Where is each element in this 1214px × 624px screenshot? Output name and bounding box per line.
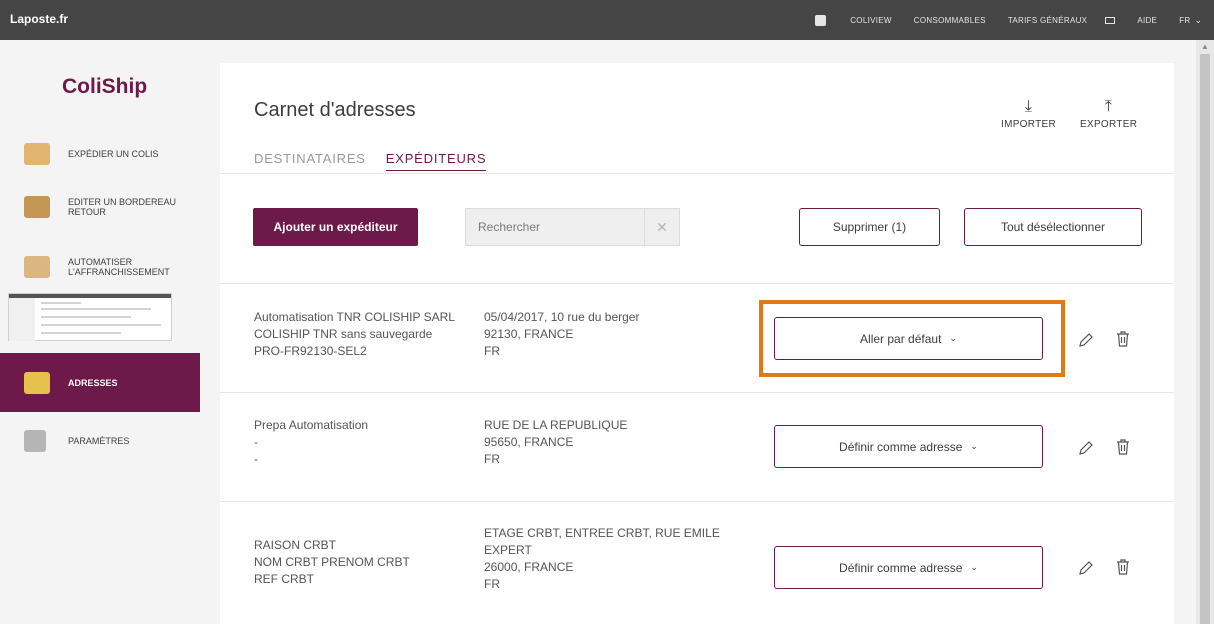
address-line: 26000, FRANCE xyxy=(484,560,574,574)
address-line: FR xyxy=(484,452,500,466)
deselect-all-button[interactable]: Tout désélectionner xyxy=(964,208,1142,246)
dropdown-label: Définir comme adresse xyxy=(839,439,963,454)
top-nav: COLIVIEW CONSOMMABLES TARIFS GÉNÉRAUX AI… xyxy=(815,0,1202,40)
tab-destinataires[interactable]: DESTINATAIRES xyxy=(254,151,366,171)
sender-name: RAISON CRBT NOM CRBT PRENOM CRBT REF CRB… xyxy=(254,537,410,588)
address-book-icon xyxy=(24,371,50,394)
table-row[interactable]: Prepa Automatisation - - RUE DE LA REPUB… xyxy=(220,393,1174,501)
scrollbar[interactable]: ▲ xyxy=(1196,40,1214,624)
dropdown-label: Définir comme adresse xyxy=(839,560,963,575)
tab-expediteurs[interactable]: EXPÉDITEURS xyxy=(385,151,487,171)
page-thumbnail xyxy=(8,293,172,341)
search-box: ✕ xyxy=(465,208,680,246)
set-default-address-dropdown[interactable]: Définir comme adresse ⌄ xyxy=(774,546,1043,589)
sender-contact: COLISHIP TNR sans sauvegarde xyxy=(254,327,433,341)
app-logo[interactable]: ColiShip xyxy=(62,75,147,99)
sender-contact: NOM CRBT PRENOM CRBT xyxy=(254,555,410,569)
sender-name: Prepa Automatisation - - xyxy=(254,417,368,468)
sidebar: ColiShip EXPÉDIER UN COLIS EDITER UN BOR… xyxy=(0,40,200,624)
sender-address: 05/04/2017, 10 rue du berger 92130, FRAN… xyxy=(484,309,639,360)
nav-consommables[interactable]: CONSOMMABLES xyxy=(914,16,986,25)
sidebar-item-label: PARAMÈTRES xyxy=(68,436,130,446)
export-label: EXPORTER xyxy=(1080,119,1138,130)
sidebar-item-label: ADRESSES xyxy=(68,377,118,388)
sender-contact: - xyxy=(254,435,258,449)
nav-tarifs-generaux[interactable]: TARIFS GÉNÉRAUX xyxy=(1008,16,1087,25)
sender-company: RAISON CRBT xyxy=(254,538,337,552)
sidebar-item-expedier[interactable]: EXPÉDIER UN COLIS xyxy=(0,140,200,168)
edit-icon[interactable] xyxy=(1078,332,1094,348)
sender-address: RUE DE LA REPUBLIQUE 95650, FRANCE FR xyxy=(484,417,627,468)
sender-company: Prepa Automatisation xyxy=(254,418,369,432)
nav-aide[interactable]: AIDE xyxy=(1137,16,1157,25)
gear-icon xyxy=(24,430,46,452)
sidebar-item-parametres[interactable]: PARAMÈTRES xyxy=(0,428,200,454)
sender-name: Automatisation TNR COLISHIP SARL COLISHI… xyxy=(254,309,455,360)
address-line: FR xyxy=(484,344,500,358)
laposte-home-link[interactable]: Laposte.fr xyxy=(10,12,68,26)
address-line: 92130, FRANCE xyxy=(484,327,574,341)
divider xyxy=(220,173,1174,174)
import-label: IMPORTER xyxy=(1001,119,1056,130)
import-button[interactable]: ⤓ IMPORTER xyxy=(1001,98,1056,131)
address-line: 95650, FRANCE xyxy=(484,435,574,449)
sidebar-item-adresses[interactable]: ADRESSES xyxy=(0,353,200,412)
sender-company: Automatisation TNR COLISHIP SARL xyxy=(254,310,455,324)
delete-button[interactable]: Supprimer (1) xyxy=(799,208,940,246)
top-bar: Laposte.fr COLIVIEW CONSOMMABLES TARIFS … xyxy=(0,0,1214,40)
return-package-icon xyxy=(24,196,50,218)
sender-reference: PRO-FR92130-SEL2 xyxy=(254,344,367,358)
cube-icon xyxy=(815,14,827,26)
table-row[interactable]: RAISON CRBT NOM CRBT PRENOM CRBT REF CRB… xyxy=(220,502,1174,624)
delete-icon[interactable] xyxy=(1116,331,1130,347)
upload-icon: ⤒ xyxy=(1104,98,1113,115)
highlight-annotation xyxy=(759,300,1065,377)
address-line: EXPERT xyxy=(484,543,532,557)
delete-icon[interactable] xyxy=(1116,439,1130,455)
sender-address: ETAGE CRBT, ENTREE CRBT, RUE EMILE EXPER… xyxy=(484,525,720,593)
download-icon: ⤓ xyxy=(1024,98,1033,115)
add-sender-button[interactable]: Ajouter un expéditeur xyxy=(253,208,418,246)
sender-reference: REF CRBT xyxy=(254,572,314,586)
scroll-up-icon[interactable]: ▲ xyxy=(1201,42,1209,51)
automation-icon xyxy=(24,256,50,278)
address-line: ETAGE CRBT, ENTREE CRBT, RUE EMILE xyxy=(484,526,720,540)
nav-coliview[interactable]: COLIVIEW xyxy=(850,16,892,25)
sender-reference: - xyxy=(254,452,258,466)
chevron-down-icon: ⌄ xyxy=(970,562,978,572)
set-default-address-dropdown[interactable]: Définir comme adresse ⌄ xyxy=(774,425,1043,468)
sidebar-item-bordereau-retour[interactable]: EDITER UN BORDEREAU RETOUR xyxy=(0,190,200,224)
language-selector[interactable]: FR xyxy=(1179,16,1190,25)
sidebar-item-label: EXPÉDIER UN COLIS xyxy=(68,149,159,159)
chevron-down-icon[interactable]: ⌄ xyxy=(1194,15,1202,26)
delete-icon[interactable] xyxy=(1116,559,1130,575)
sidebar-item-label: EDITER UN BORDEREAU RETOUR xyxy=(68,197,177,217)
address-line: 05/04/2017, 10 rue du berger xyxy=(484,310,640,324)
scrollbar-thumb[interactable] xyxy=(1200,54,1210,624)
sidebar-item-automatiser[interactable]: AUTOMATISER L'AFFRANCHISSEMENT xyxy=(0,250,200,284)
tabs: DESTINATAIRES EXPÉDITEURS xyxy=(254,151,506,171)
page-title: Carnet d'adresses xyxy=(254,99,416,121)
sidebar-item-label: AUTOMATISER L'AFFRANCHISSEMENT xyxy=(68,257,170,277)
clear-search-icon[interactable]: ✕ xyxy=(644,209,679,245)
address-line: FR xyxy=(484,577,500,591)
export-button[interactable]: ⤒ EXPORTER xyxy=(1080,98,1138,131)
mail-icon[interactable] xyxy=(1105,16,1116,24)
package-icon xyxy=(24,143,50,165)
search-input[interactable] xyxy=(466,209,646,245)
edit-icon[interactable] xyxy=(1078,440,1094,456)
edit-icon[interactable] xyxy=(1078,560,1094,576)
address-line: RUE DE LA REPUBLIQUE xyxy=(484,418,628,432)
chevron-down-icon: ⌄ xyxy=(970,441,978,451)
